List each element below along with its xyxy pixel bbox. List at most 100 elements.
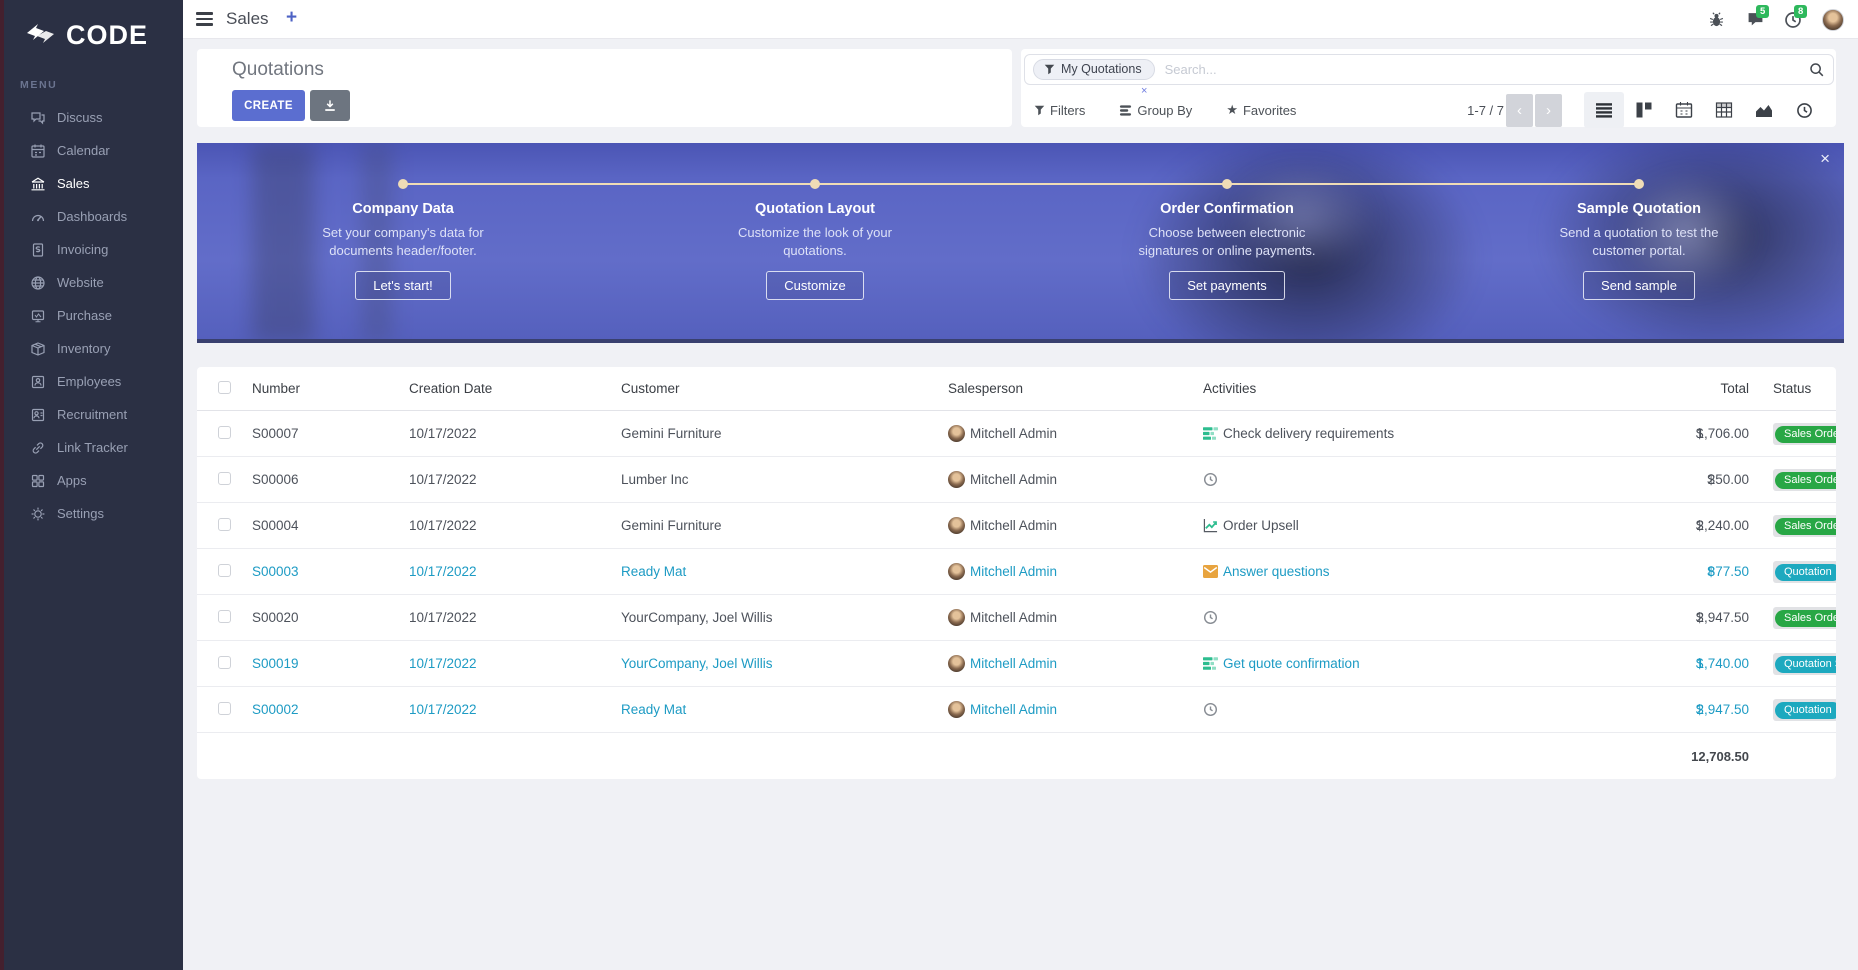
favorites-button[interactable]: ★ Favorites: [1226, 102, 1296, 118]
cell-salesperson: Mitchell Admin: [936, 563, 1191, 580]
search-input[interactable]: [1165, 62, 1809, 77]
column-header-activities[interactable]: Activities: [1191, 381, 1551, 396]
column-header-customer[interactable]: Customer: [609, 381, 936, 396]
cell-number: S00004: [239, 518, 397, 533]
cell-number: S00007: [239, 426, 397, 441]
onboarding-step-sample-quotation: Sample Quotation Send a quotation to tes…: [1499, 201, 1779, 300]
pager-next-button[interactable]: ›: [1535, 94, 1562, 127]
pivot-view-button[interactable]: [1704, 92, 1744, 128]
activity-view-icon: [1796, 102, 1813, 119]
sidebar-item-inventory[interactable]: Inventory: [4, 332, 183, 365]
calendar-view-button[interactable]: [1664, 92, 1704, 128]
column-header-creation-date[interactable]: Creation Date: [397, 381, 609, 396]
row-checkbox[interactable]: [218, 702, 231, 715]
create-button[interactable]: CREATE: [232, 90, 305, 121]
row-checkbox[interactable]: [218, 518, 231, 531]
lets-start-button[interactable]: Let's start!: [355, 271, 451, 300]
column-header-number[interactable]: Number: [239, 381, 397, 396]
logo[interactable]: CODE: [4, 0, 183, 51]
activities-clock-icon[interactable]: 8: [1784, 11, 1802, 29]
set-payments-button[interactable]: Set payments: [1169, 271, 1285, 300]
pager-prev-button[interactable]: ‹: [1506, 94, 1533, 127]
view-controls: Filters Group By ★ Favorites 1-7 / 7 ‹ ›: [1034, 93, 1824, 127]
employees-icon: [30, 374, 46, 390]
filters-button[interactable]: Filters: [1034, 103, 1085, 118]
list-view-button[interactable]: [1584, 92, 1624, 128]
select-all-checkbox[interactable]: [218, 381, 231, 394]
cell-activity[interactable]: [1191, 472, 1551, 487]
sidebar-item-calendar[interactable]: Calendar: [4, 134, 183, 167]
row-checkbox[interactable]: [218, 472, 231, 485]
salesperson-avatar: [948, 563, 965, 580]
search-icon[interactable]: [1809, 62, 1825, 78]
cell-creation-date: 10/17/2022: [397, 518, 609, 533]
table-footer-row: 12,708.50: [197, 733, 1836, 779]
kanban-view-button[interactable]: [1624, 92, 1664, 128]
cell-total: $877.50: [1551, 564, 1761, 579]
row-checkbox[interactable]: [218, 656, 231, 669]
cell-number: S00006: [239, 472, 397, 487]
column-header-salesperson[interactable]: Salesperson: [936, 381, 1191, 396]
row-checkbox[interactable]: [218, 426, 231, 439]
sidebar-item-employees[interactable]: Employees: [4, 365, 183, 398]
sidebar-item-apps[interactable]: Apps: [4, 464, 183, 497]
search-bar[interactable]: My Quotations: [1024, 54, 1834, 85]
cell-salesperson: Mitchell Admin: [936, 701, 1191, 718]
user-avatar[interactable]: [1822, 9, 1844, 31]
sidebar-item-link-tracker[interactable]: Link Tracker: [4, 431, 183, 464]
customize-button[interactable]: Customize: [766, 271, 863, 300]
cell-status: Sales Order: [1761, 423, 1836, 445]
sidebar-item-invoicing[interactable]: Invoicing: [4, 233, 183, 266]
table-row[interactable]: S00020 10/17/2022 YourCompany, Joel Will…: [197, 595, 1836, 641]
sidebar-item-website[interactable]: Website: [4, 266, 183, 299]
cell-activity[interactable]: [1191, 702, 1551, 717]
funnel-icon: [1044, 64, 1055, 75]
row-checkbox[interactable]: [218, 564, 231, 577]
table-row[interactable]: S00006 10/17/2022 Lumber Inc Mitchell Ad…: [197, 457, 1836, 503]
activity-view-button[interactable]: [1784, 92, 1824, 128]
export-button[interactable]: [310, 90, 350, 121]
sidebar: CODE MENU Discuss Calendar Sales Dashboa…: [0, 0, 183, 970]
graph-view-button[interactable]: [1744, 92, 1784, 128]
table-row[interactable]: S00004 10/17/2022 Gemini Furniture Mitch…: [197, 503, 1836, 549]
table-row[interactable]: S00019 10/17/2022 YourCompany, Joel Will…: [197, 641, 1836, 687]
debug-bug-icon[interactable]: [1708, 11, 1726, 29]
status-badge: Sales Order: [1775, 518, 1836, 535]
download-icon: [323, 99, 337, 113]
sidebar-item-sales[interactable]: Sales: [4, 167, 183, 200]
cell-total: $1,740.00: [1551, 656, 1761, 671]
send-sample-button[interactable]: Send sample: [1583, 271, 1695, 300]
table-row[interactable]: S00002 10/17/2022 Ready Mat Mitchell Adm…: [197, 687, 1836, 733]
sidebar-item-label: Calendar: [57, 143, 110, 158]
sidebar-item-discuss[interactable]: Discuss: [4, 101, 183, 134]
row-checkbox[interactable]: [218, 610, 231, 623]
table-row[interactable]: S00003 10/17/2022 Ready Mat Mitchell Adm…: [197, 549, 1836, 595]
sidebar-item-dashboards[interactable]: Dashboards: [4, 200, 183, 233]
cell-activity[interactable]: Get quote confirmation: [1191, 656, 1551, 671]
graph-view-icon: [1755, 101, 1773, 119]
column-header-total[interactable]: Total: [1551, 381, 1761, 396]
group-by-button[interactable]: Group By: [1119, 103, 1192, 118]
sidebar-item-purchase[interactable]: Purchase: [4, 299, 183, 332]
salesperson-avatar: [948, 425, 965, 442]
sidebar-item-recruitment[interactable]: Recruitment: [4, 398, 183, 431]
banner-close-icon[interactable]: ×: [1820, 149, 1830, 169]
cell-activity[interactable]: Answer questions: [1191, 564, 1551, 579]
cell-number: S00019: [239, 656, 397, 671]
salesperson-avatar: [948, 609, 965, 626]
column-header-status[interactable]: Status: [1761, 381, 1836, 396]
sidebar-item-settings[interactable]: Settings: [4, 497, 183, 530]
cell-salesperson: Mitchell Admin: [936, 609, 1191, 626]
cell-activity[interactable]: Order Upsell: [1191, 518, 1551, 533]
table-row[interactable]: S00007 10/17/2022 Gemini Furniture Mitch…: [197, 411, 1836, 457]
cell-activity[interactable]: Check delivery requirements: [1191, 426, 1551, 441]
envelope-activity-icon: [1203, 565, 1218, 578]
hamburger-menu-icon[interactable]: [196, 12, 213, 26]
filter-facet[interactable]: My Quotations: [1033, 59, 1155, 80]
cell-activity[interactable]: [1191, 610, 1551, 625]
new-tab-button[interactable]: +: [286, 7, 297, 29]
salesperson-avatar: [948, 701, 965, 718]
topbar-right: 5 8: [1708, 0, 1844, 39]
messages-icon[interactable]: 5: [1746, 11, 1764, 29]
app-title: Sales: [226, 9, 269, 29]
